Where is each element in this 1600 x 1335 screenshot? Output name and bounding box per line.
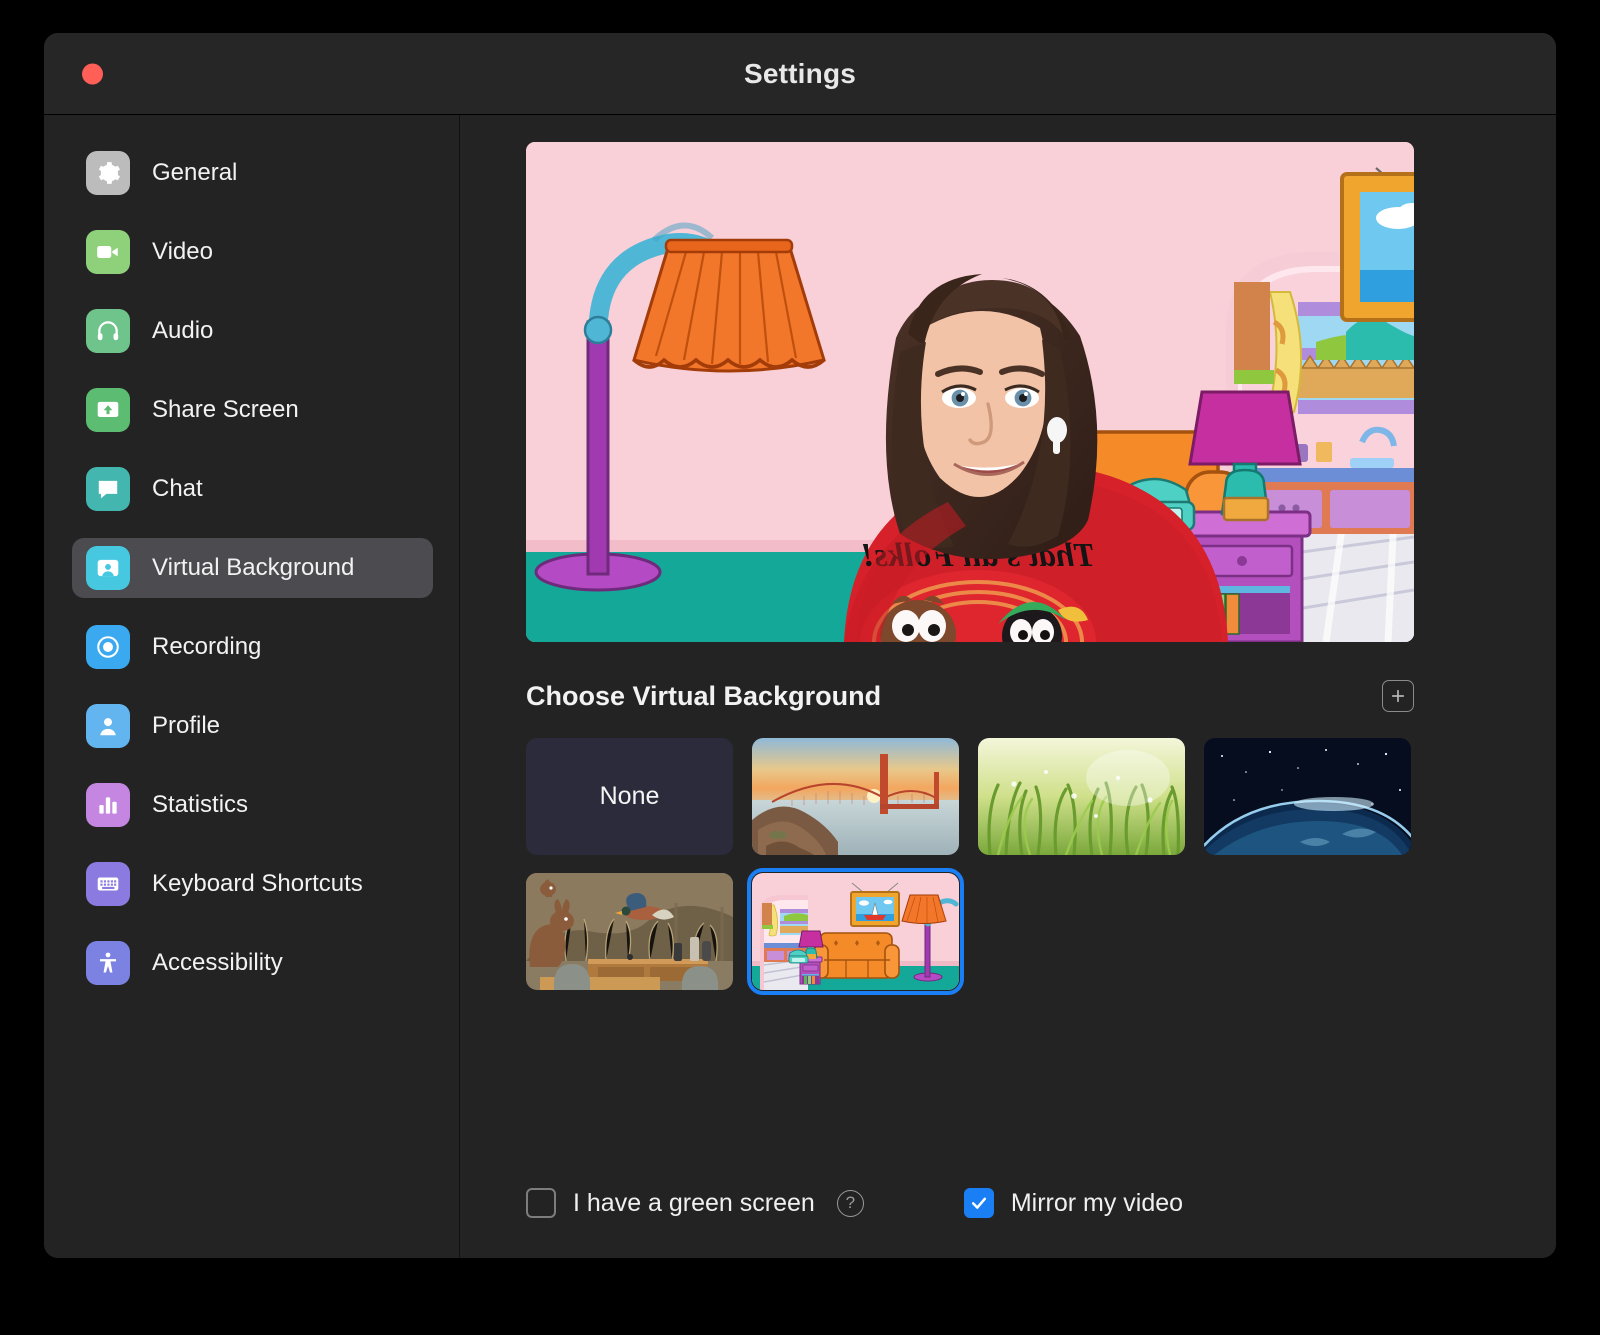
close-button[interactable] bbox=[82, 63, 103, 84]
sidebar-item-audio[interactable]: Audio bbox=[72, 301, 433, 361]
sidebar-item-video[interactable]: Video bbox=[72, 222, 433, 282]
office-deer-mural-thumbnail bbox=[526, 873, 733, 990]
settings-window: Settings General Video Audio bbox=[44, 33, 1556, 1258]
help-icon[interactable]: ? bbox=[837, 1190, 864, 1217]
background-options-row: I have a green screen ? Mirror my video bbox=[526, 1188, 1486, 1218]
headphones-icon bbox=[86, 309, 130, 353]
sidebar-item-label: Share Screen bbox=[152, 396, 299, 424]
section-header: Choose Virtual Background bbox=[526, 680, 1414, 712]
cartoon-living-room-thumbnail bbox=[752, 873, 959, 990]
title-bar: Settings bbox=[44, 33, 1556, 115]
sidebar-item-chat[interactable]: Chat bbox=[72, 459, 433, 519]
person-icon bbox=[86, 704, 130, 748]
chat-bubble-icon bbox=[86, 467, 130, 511]
sidebar-item-label: Profile bbox=[152, 712, 220, 740]
video-camera-icon bbox=[86, 230, 130, 274]
sidebar-item-general[interactable]: General bbox=[72, 143, 433, 203]
page-title: Choose Virtual Background bbox=[526, 681, 881, 712]
sidebar: General Video Audio Share Screen bbox=[44, 115, 460, 1258]
video-preview: That's all Folks! bbox=[526, 142, 1414, 642]
record-circle-icon bbox=[86, 625, 130, 669]
sidebar-item-label: General bbox=[152, 159, 237, 187]
mirror-video-checkbox[interactable] bbox=[964, 1188, 994, 1218]
accessibility-icon bbox=[86, 941, 130, 985]
checkmark-icon bbox=[969, 1193, 989, 1213]
window-body: General Video Audio Share Screen bbox=[44, 115, 1556, 1258]
grass-thumbnail bbox=[978, 738, 1185, 855]
earth-space-thumbnail bbox=[1204, 738, 1411, 855]
sidebar-item-label: Video bbox=[152, 238, 213, 266]
sidebar-item-keyboard-shortcuts[interactable]: Keyboard Shortcuts bbox=[72, 854, 433, 914]
sidebar-item-recording[interactable]: Recording bbox=[72, 617, 433, 677]
mirror-video-option[interactable]: Mirror my video bbox=[964, 1188, 1183, 1218]
main-pane: That's all Folks! bbox=[460, 115, 1556, 1258]
sidebar-item-label: Recording bbox=[152, 633, 261, 661]
sidebar-item-label: Audio bbox=[152, 317, 213, 345]
person-portrait-icon bbox=[86, 546, 130, 590]
sidebar-item-label: Chat bbox=[152, 475, 203, 503]
sidebar-item-statistics[interactable]: Statistics bbox=[72, 775, 433, 835]
sidebar-item-label: Keyboard Shortcuts bbox=[152, 870, 363, 898]
background-option-none[interactable]: None bbox=[526, 738, 733, 855]
sidebar-item-label: Accessibility bbox=[152, 949, 283, 977]
bar-chart-icon bbox=[86, 783, 130, 827]
sidebar-item-accessibility[interactable]: Accessibility bbox=[72, 933, 433, 993]
golden-gate-thumbnail bbox=[752, 738, 959, 855]
share-screen-icon bbox=[86, 388, 130, 432]
keyboard-icon bbox=[86, 862, 130, 906]
sidebar-item-label: Statistics bbox=[152, 791, 248, 819]
add-background-button[interactable] bbox=[1382, 680, 1414, 712]
sidebar-item-profile[interactable]: Profile bbox=[72, 696, 433, 756]
background-option-office-with-deer-mural[interactable] bbox=[526, 873, 733, 990]
green-screen-label: I have a green screen bbox=[573, 1189, 815, 1218]
sidebar-item-share-screen[interactable]: Share Screen bbox=[72, 380, 433, 440]
sidebar-item-label: Virtual Background bbox=[152, 554, 354, 582]
background-option-cartoon-living-room[interactable] bbox=[752, 873, 959, 990]
green-screen-option[interactable]: I have a green screen ? bbox=[526, 1188, 864, 1218]
gear-icon bbox=[86, 151, 130, 195]
sidebar-item-virtual-background[interactable]: Virtual Background bbox=[72, 538, 433, 598]
plus-icon bbox=[1389, 687, 1407, 705]
background-option-grass[interactable] bbox=[978, 738, 1185, 855]
green-screen-checkbox[interactable] bbox=[526, 1188, 556, 1218]
background-thumbnail-grid: None bbox=[526, 738, 1430, 990]
mirror-video-label: Mirror my video bbox=[1011, 1189, 1183, 1218]
window-title: Settings bbox=[744, 58, 856, 90]
background-option-label: None bbox=[600, 782, 660, 811]
cartoon-living-room-background: That's all Folks! bbox=[526, 142, 1414, 642]
background-option-golden-gate-bridge[interactable] bbox=[752, 738, 959, 855]
background-option-earth-from-space[interactable] bbox=[1204, 738, 1411, 855]
